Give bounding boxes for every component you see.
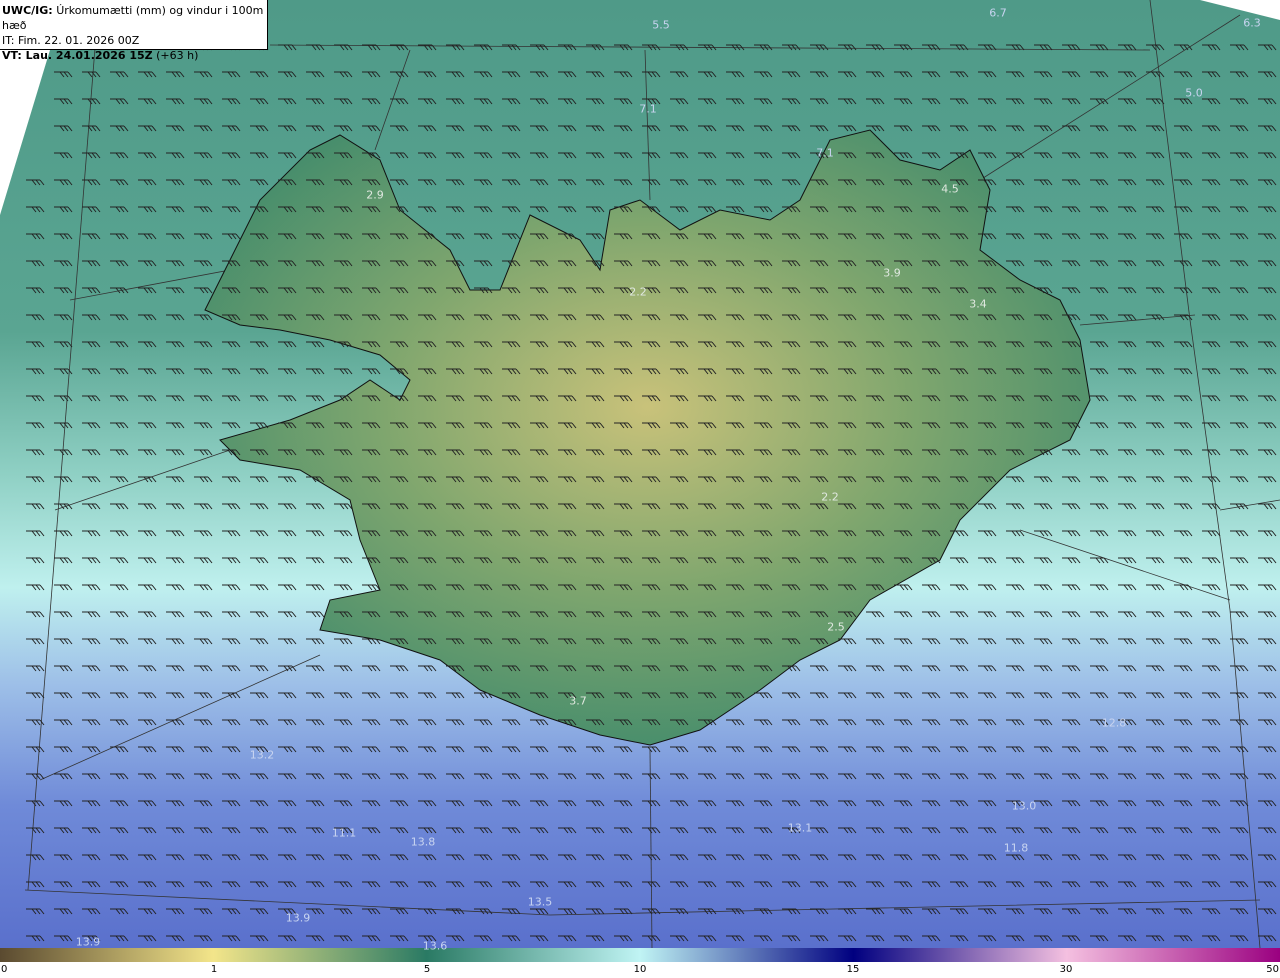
value-label: 13.6 <box>422 939 448 953</box>
value-label: 3.9 <box>883 266 901 280</box>
value-label: 13.2 <box>249 748 275 762</box>
colorbar-tick-label: 30 <box>1059 964 1073 975</box>
value-label: 13.1 <box>787 821 813 835</box>
map-header: UWC/IG: Úrkomumætti (mm) og vindur i 100… <box>0 0 268 62</box>
value-label: 12.8 <box>1101 716 1127 730</box>
value-label: 7.1 <box>816 146 834 160</box>
value-label: 2.2 <box>821 490 839 504</box>
forecast-offset: (+63 h) <box>156 49 199 62</box>
colorbar <box>0 948 1280 962</box>
value-label: 13.9 <box>285 911 311 925</box>
value-label: 2.9 <box>366 188 384 202</box>
valid-time: VT: Lau. 24.01.2026 15Z <box>2 49 153 62</box>
value-label: 6.3 <box>1243 16 1261 30</box>
value-label: 13.0 <box>1011 799 1037 813</box>
precipitation-wind-map <box>0 0 1280 948</box>
value-label: 13.9 <box>75 935 101 949</box>
colorbar-tick-label: 0 <box>1 964 8 975</box>
colorbar-tick-label: 1 <box>210 964 218 975</box>
value-label: 2.5 <box>827 620 845 634</box>
value-label: 6.7 <box>989 6 1007 20</box>
value-label: 11.8 <box>1003 841 1029 855</box>
value-label: 3.4 <box>969 297 987 311</box>
value-label: 13.8 <box>410 835 436 849</box>
value-label: 13.5 <box>527 895 553 909</box>
colorbar-tick-label: 5 <box>423 964 431 975</box>
value-label: 7.1 <box>639 102 657 116</box>
value-label: 5.0 <box>1185 86 1203 100</box>
model-label: UWC/IG: <box>2 4 53 17</box>
value-label: 11.1 <box>331 826 357 840</box>
issue-time: IT: Fim. 22. 01. 2026 00Z <box>2 34 140 47</box>
value-label: 2.2 <box>629 285 647 299</box>
value-label: 5.5 <box>652 18 670 32</box>
colorbar-tick-label: 10 <box>633 964 647 975</box>
colorbar-tick-label: 15 <box>846 964 860 975</box>
value-label: 4.5 <box>941 182 959 196</box>
colorbar-tick-label: 50 <box>1266 964 1279 975</box>
value-label: 3.7 <box>569 694 587 708</box>
